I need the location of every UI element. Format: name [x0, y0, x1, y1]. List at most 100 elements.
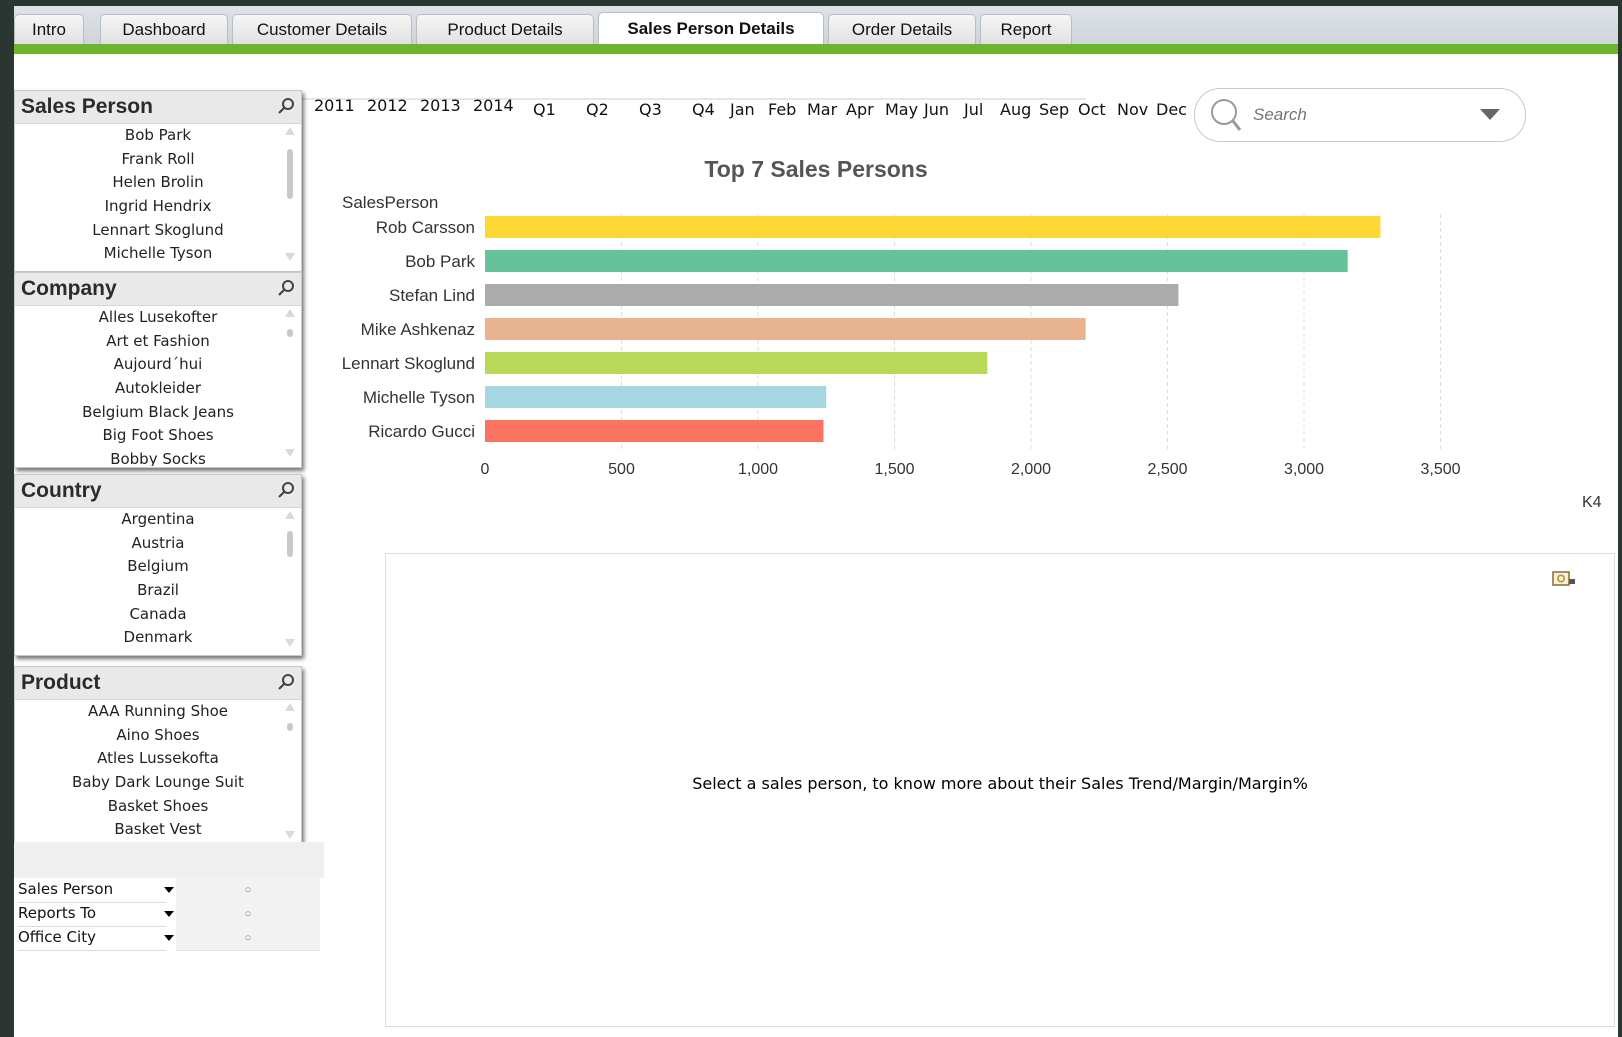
list-item[interactable]: AAA Running Shoe: [15, 700, 301, 724]
listbox-header: Country: [15, 475, 301, 508]
scrollbar[interactable]: [285, 703, 295, 843]
list-item[interactable]: Autokleider: [15, 377, 301, 401]
month-jun[interactable]: Jun: [924, 100, 949, 119]
list-item[interactable]: Belgium Black Jeans: [15, 401, 301, 425]
list-item[interactable]: Atles Lussekofta: [15, 747, 301, 771]
month-dec[interactable]: Dec: [1156, 100, 1187, 119]
list-item[interactable]: Belgium: [15, 555, 301, 579]
month-oct[interactable]: Oct: [1078, 100, 1106, 119]
quarter-q3[interactable]: Q3: [639, 100, 662, 119]
tab-report[interactable]: Report: [980, 14, 1072, 44]
year-2014[interactable]: 2014: [473, 96, 514, 115]
scroll-down-icon[interactable]: [285, 831, 295, 839]
field-label[interactable]: Sales Person: [18, 880, 166, 903]
scroll-down-icon[interactable]: [285, 449, 295, 457]
search-box[interactable]: [1194, 88, 1526, 142]
month-sep[interactable]: Sep: [1039, 100, 1069, 119]
scroll-down-icon[interactable]: [285, 639, 295, 647]
month-may[interactable]: May: [885, 100, 918, 119]
tab-product-details[interactable]: Product Details: [416, 14, 594, 44]
scrollbar[interactable]: [285, 309, 295, 459]
bar[interactable]: [485, 284, 1179, 306]
category-label: Mike Ashkenaz: [361, 320, 475, 339]
category-label: Lennart Skoglund: [342, 354, 475, 373]
month-feb[interactable]: Feb: [768, 100, 796, 119]
table-box-header: [14, 842, 324, 878]
caret-down-icon[interactable]: [164, 935, 174, 941]
tab-sales-person-details[interactable]: Sales Person Details: [598, 12, 824, 44]
listbox-title: Sales Person: [21, 95, 153, 118]
scroll-up-icon[interactable]: [285, 511, 295, 519]
quarter-q1[interactable]: Q1: [533, 100, 556, 119]
list-item[interactable]: Lennart Skoglund: [15, 219, 301, 243]
scroll-thumb[interactable]: [287, 531, 293, 557]
table-box: Sales Person ○ Reports To ○ Office City …: [14, 842, 324, 952]
category-label: Stefan Lind: [389, 286, 475, 305]
listbox-country: Country Argentina Austria Belgium Brazil…: [14, 474, 302, 656]
month-mar[interactable]: Mar: [807, 100, 837, 119]
listbox-items: Alles Lusekofter Art et Fashion Aujourd´…: [15, 306, 301, 466]
tab-order-details[interactable]: Order Details: [828, 14, 976, 44]
month-aug[interactable]: Aug: [1000, 100, 1031, 119]
search-icon[interactable]: [277, 673, 295, 691]
list-item[interactable]: Ingrid Hendrix: [15, 195, 301, 219]
list-item[interactable]: Argentina: [15, 508, 301, 532]
search-icon[interactable]: [277, 97, 295, 115]
year-2011[interactable]: 2011: [314, 96, 355, 115]
tick-label: 1,000: [738, 461, 778, 478]
scroll-thumb[interactable]: [287, 329, 293, 337]
tab-intro[interactable]: Intro: [14, 14, 84, 44]
bar[interactable]: [485, 352, 988, 374]
search-input[interactable]: [1251, 101, 1475, 129]
list-item[interactable]: Big Foot Shoes: [15, 424, 301, 448]
list-item[interactable]: Alles Lusekofter: [15, 306, 301, 330]
list-item[interactable]: Michelle Tyson: [15, 242, 301, 266]
scroll-thumb[interactable]: [287, 723, 293, 731]
bar[interactable]: [485, 420, 824, 442]
list-item[interactable]: Art et Fashion: [15, 330, 301, 354]
quarter-q4[interactable]: Q4: [692, 100, 715, 119]
tab-dashboard[interactable]: Dashboard: [100, 14, 228, 44]
scroll-up-icon[interactable]: [285, 703, 295, 711]
category-label: Michelle Tyson: [363, 388, 475, 407]
list-item[interactable]: Aino Shoes: [15, 724, 301, 748]
month-nov[interactable]: Nov: [1117, 100, 1148, 119]
scroll-down-icon[interactable]: [285, 253, 295, 261]
listbox-title: Company: [21, 277, 117, 300]
tab-customer-details[interactable]: Customer Details: [232, 14, 412, 44]
search-icon[interactable]: [277, 481, 295, 499]
bar[interactable]: [485, 216, 1381, 238]
list-item[interactable]: Aujourd´hui: [15, 353, 301, 377]
list-item[interactable]: Baby Dark Lounge Suit: [15, 771, 301, 795]
bar[interactable]: [485, 250, 1348, 272]
field-label[interactable]: Reports To: [18, 904, 166, 927]
list-item[interactable]: Canada: [15, 603, 301, 627]
list-item[interactable]: Basket Shoes: [15, 795, 301, 819]
list-item[interactable]: Denmark: [15, 626, 301, 650]
scrollbar[interactable]: [285, 511, 295, 651]
scrollbar[interactable]: [285, 127, 295, 267]
list-item[interactable]: Basket Vest: [15, 818, 301, 842]
bar[interactable]: [485, 386, 827, 408]
month-jan[interactable]: Jan: [730, 100, 755, 119]
chevron-down-icon[interactable]: [1479, 107, 1501, 121]
quarter-q2[interactable]: Q2: [586, 100, 609, 119]
list-item[interactable]: Austria: [15, 532, 301, 556]
list-item[interactable]: Brazil: [15, 579, 301, 603]
year-2013[interactable]: 2013: [420, 96, 461, 115]
bar[interactable]: [485, 318, 1086, 340]
list-item[interactable]: Bob Park: [15, 124, 301, 148]
export-icon[interactable]: [1552, 570, 1576, 588]
listbox-header: Product: [15, 667, 301, 700]
caret-down-icon[interactable]: [164, 887, 174, 893]
listbox-items: Bob Park Frank Roll Helen Brolin Ingrid …: [15, 124, 301, 266]
list-item[interactable]: Bobby Socks: [15, 448, 301, 466]
month-apr[interactable]: Apr: [846, 100, 874, 119]
year-2012[interactable]: 2012: [367, 96, 408, 115]
caret-down-icon[interactable]: [164, 911, 174, 917]
month-jul[interactable]: Jul: [964, 100, 983, 119]
field-label[interactable]: Office City: [18, 928, 166, 951]
scroll-up-icon[interactable]: [285, 309, 295, 317]
search-icon[interactable]: [277, 279, 295, 297]
scroll-up-icon[interactable]: [285, 127, 295, 135]
